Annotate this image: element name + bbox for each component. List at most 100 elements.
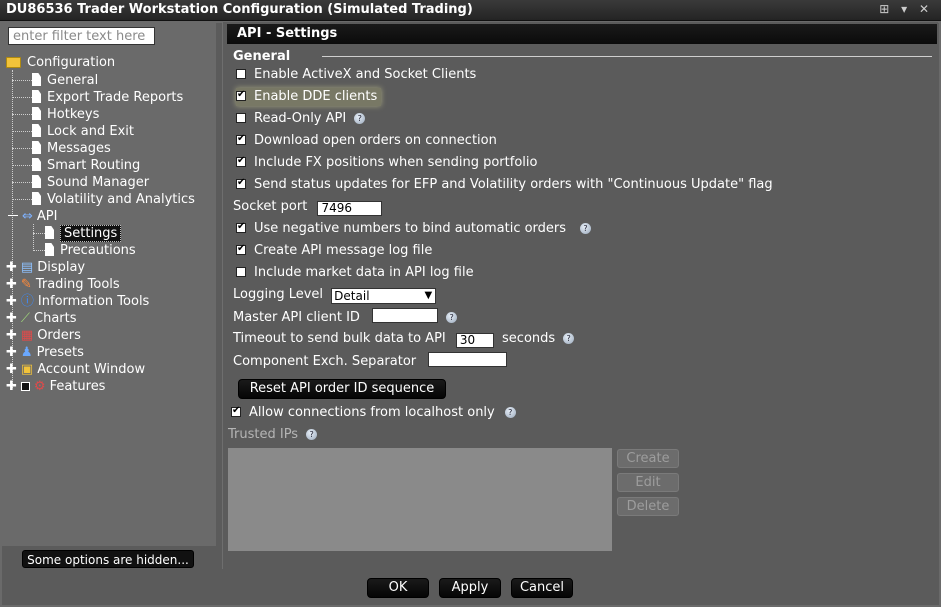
timeout-input[interactable]: 30 — [455, 333, 494, 348]
delete-ip-button[interactable]: Delete — [617, 497, 679, 516]
option-localhost[interactable]: Allow connections from localhost only? — [231, 404, 516, 422]
tree-item-lock-and-exit[interactable]: Lock and Exit — [32, 123, 134, 140]
ok-button[interactable]: OK — [367, 578, 429, 598]
document-icon — [45, 243, 54, 256]
tree-root-label: Configuration — [27, 55, 116, 70]
reset-order-id-button[interactable]: Reset API order ID sequence — [238, 379, 446, 399]
create-ip-button[interactable]: Create — [617, 449, 679, 468]
charts-icon: ⟋ — [20, 311, 31, 326]
tree-item-export-trade-reports[interactable]: Export Trade Reports — [32, 89, 183, 106]
option-label: Use negative numbers to bind automatic o… — [254, 221, 567, 236]
window-title: DU86536 Trader Workstation Configuration… — [6, 2, 473, 17]
expand-icon[interactable]: ✚ — [6, 277, 17, 292]
tree-group-charts[interactable]: ✚ ⟋ Charts — [6, 310, 77, 327]
help-icon[interactable]: ? — [306, 429, 318, 440]
socket-port-input[interactable]: 7496 — [317, 201, 383, 216]
help-icon[interactable]: ? — [504, 407, 516, 418]
expand-icon[interactable]: ✚ — [6, 379, 17, 394]
tree-item-messages[interactable]: Messages — [32, 140, 111, 157]
option-market-data[interactable]: Include market data in API log file — [236, 264, 474, 282]
document-icon — [32, 192, 41, 205]
tree-item-smart-routing[interactable]: Smart Routing — [32, 157, 140, 174]
master-id-input[interactable] — [372, 308, 439, 323]
some-options-hidden-button[interactable]: Some options are hidden... — [22, 550, 194, 568]
timeout-label: Timeout to send bulk data to API — [233, 331, 446, 346]
log-file-checkbox[interactable] — [236, 242, 246, 256]
apply-button[interactable]: Apply — [439, 578, 501, 598]
features-checkbox[interactable] — [20, 382, 30, 391]
tree-group-label: Features — [49, 379, 106, 394]
trading-tools-icon: ✎ — [20, 277, 32, 292]
option-activex[interactable]: Enable ActiveX and Socket Clients — [236, 66, 476, 84]
tree-line — [12, 131, 32, 132]
tree-item-label: Lock and Exit — [47, 124, 134, 139]
activex-checkbox[interactable] — [236, 69, 246, 79]
option-label: Allow connections from localhost only — [249, 405, 495, 420]
cancel-button[interactable]: Cancel — [511, 578, 573, 598]
expand-icon[interactable]: ✚ — [6, 362, 17, 377]
tree-item-general[interactable]: General — [32, 72, 98, 89]
tree-group-presets[interactable]: ✚ ♟ Presets — [6, 344, 84, 361]
help-icon[interactable]: ? — [563, 333, 575, 344]
tree-group-account-window[interactable]: ✚ ▣ Account Window — [6, 361, 145, 378]
expand-icon[interactable]: ✚ — [6, 294, 17, 309]
tree-item-settings[interactable]: Settings — [45, 225, 122, 242]
master-id-label: Master API client ID — [233, 310, 360, 325]
option-negative-numbers[interactable]: Use negative numbers to bind automatic o… — [236, 220, 592, 238]
tree-root-configuration[interactable]: Configuration — [6, 54, 115, 71]
window-controls[interactable]: ⊞ ▾ ✕ — [879, 2, 933, 16]
expand-icon[interactable]: ✚ — [6, 311, 17, 326]
expand-icon[interactable]: ✚ — [6, 260, 17, 275]
timeout-unit: seconds — [502, 331, 556, 346]
tree-group-orders[interactable]: ✚ ▦ Orders — [6, 327, 81, 344]
option-label: Enable DDE clients — [254, 89, 378, 104]
help-icon[interactable]: ? — [580, 223, 592, 234]
fx-positions-checkbox[interactable] — [236, 154, 246, 168]
logging-level-select[interactable]: Detail ▼ — [331, 288, 437, 304]
option-readonly[interactable]: Read-Only API? — [236, 110, 366, 128]
tree-line — [12, 97, 32, 98]
option-fx-positions[interactable]: Include FX positions when sending portfo… — [236, 154, 537, 172]
tree-group-label: Display — [37, 260, 86, 275]
tree-group-features[interactable]: ✚ ⚙ Features — [6, 378, 105, 395]
account-window-icon: ▣ — [20, 362, 34, 377]
edit-ip-button[interactable]: Edit — [617, 473, 679, 492]
tree-item-sound-manager[interactable]: Sound Manager — [32, 174, 149, 191]
tree-group-trading-tools[interactable]: ✚ ✎ Trading Tools — [6, 276, 120, 293]
download-orders-checkbox[interactable] — [236, 132, 246, 146]
tree-item-label: API — [36, 209, 58, 224]
tree-item-precautions[interactable]: Precautions — [45, 242, 136, 259]
trusted-ips-list[interactable] — [228, 448, 612, 551]
separator-input[interactable] — [428, 352, 508, 367]
tree-item-label: Export Trade Reports — [47, 90, 184, 105]
help-icon[interactable]: ? — [446, 312, 458, 323]
option-efp[interactable]: Send status updates for EFP and Volatili… — [236, 176, 773, 194]
option-dde[interactable]: Enable DDE clients — [236, 88, 382, 106]
tree-item-hotkeys[interactable]: Hotkeys — [32, 106, 99, 123]
localhost-checkbox[interactable] — [231, 404, 241, 418]
negative-numbers-checkbox[interactable] — [236, 220, 246, 234]
tree-group-display[interactable]: ✚ ▤ Display — [6, 259, 85, 276]
tree-item-volatility-and-analytics[interactable]: Volatility and Analytics — [32, 191, 195, 208]
tree-group-information-tools[interactable]: ✚ ⓘ Information Tools — [6, 293, 149, 310]
option-log-file[interactable]: Create API message log file — [236, 242, 432, 260]
help-icon[interactable]: ? — [354, 113, 366, 124]
readonly-checkbox[interactable] — [236, 113, 246, 123]
folder-icon — [6, 57, 21, 68]
master-id-row: Master API client ID ? — [233, 308, 458, 326]
expand-icon[interactable]: ✚ — [6, 345, 17, 360]
tree-item-label: General — [47, 73, 99, 88]
display-icon: ▤ — [20, 260, 34, 275]
market-data-checkbox[interactable] — [236, 267, 246, 277]
document-icon — [32, 175, 41, 188]
info-icon: ⓘ — [20, 294, 34, 309]
dde-checkbox[interactable] — [236, 88, 246, 102]
collapse-icon[interactable] — [8, 215, 18, 216]
group-divider — [322, 56, 932, 57]
tree-item-api[interactable]: ⇔ API — [8, 208, 57, 225]
filter-input[interactable]: enter filter text here — [8, 27, 155, 45]
option-download-orders[interactable]: Download open orders on connection — [236, 132, 497, 150]
expand-icon[interactable]: ✚ — [6, 328, 17, 343]
efp-checkbox[interactable] — [236, 176, 246, 190]
document-icon — [32, 141, 41, 154]
